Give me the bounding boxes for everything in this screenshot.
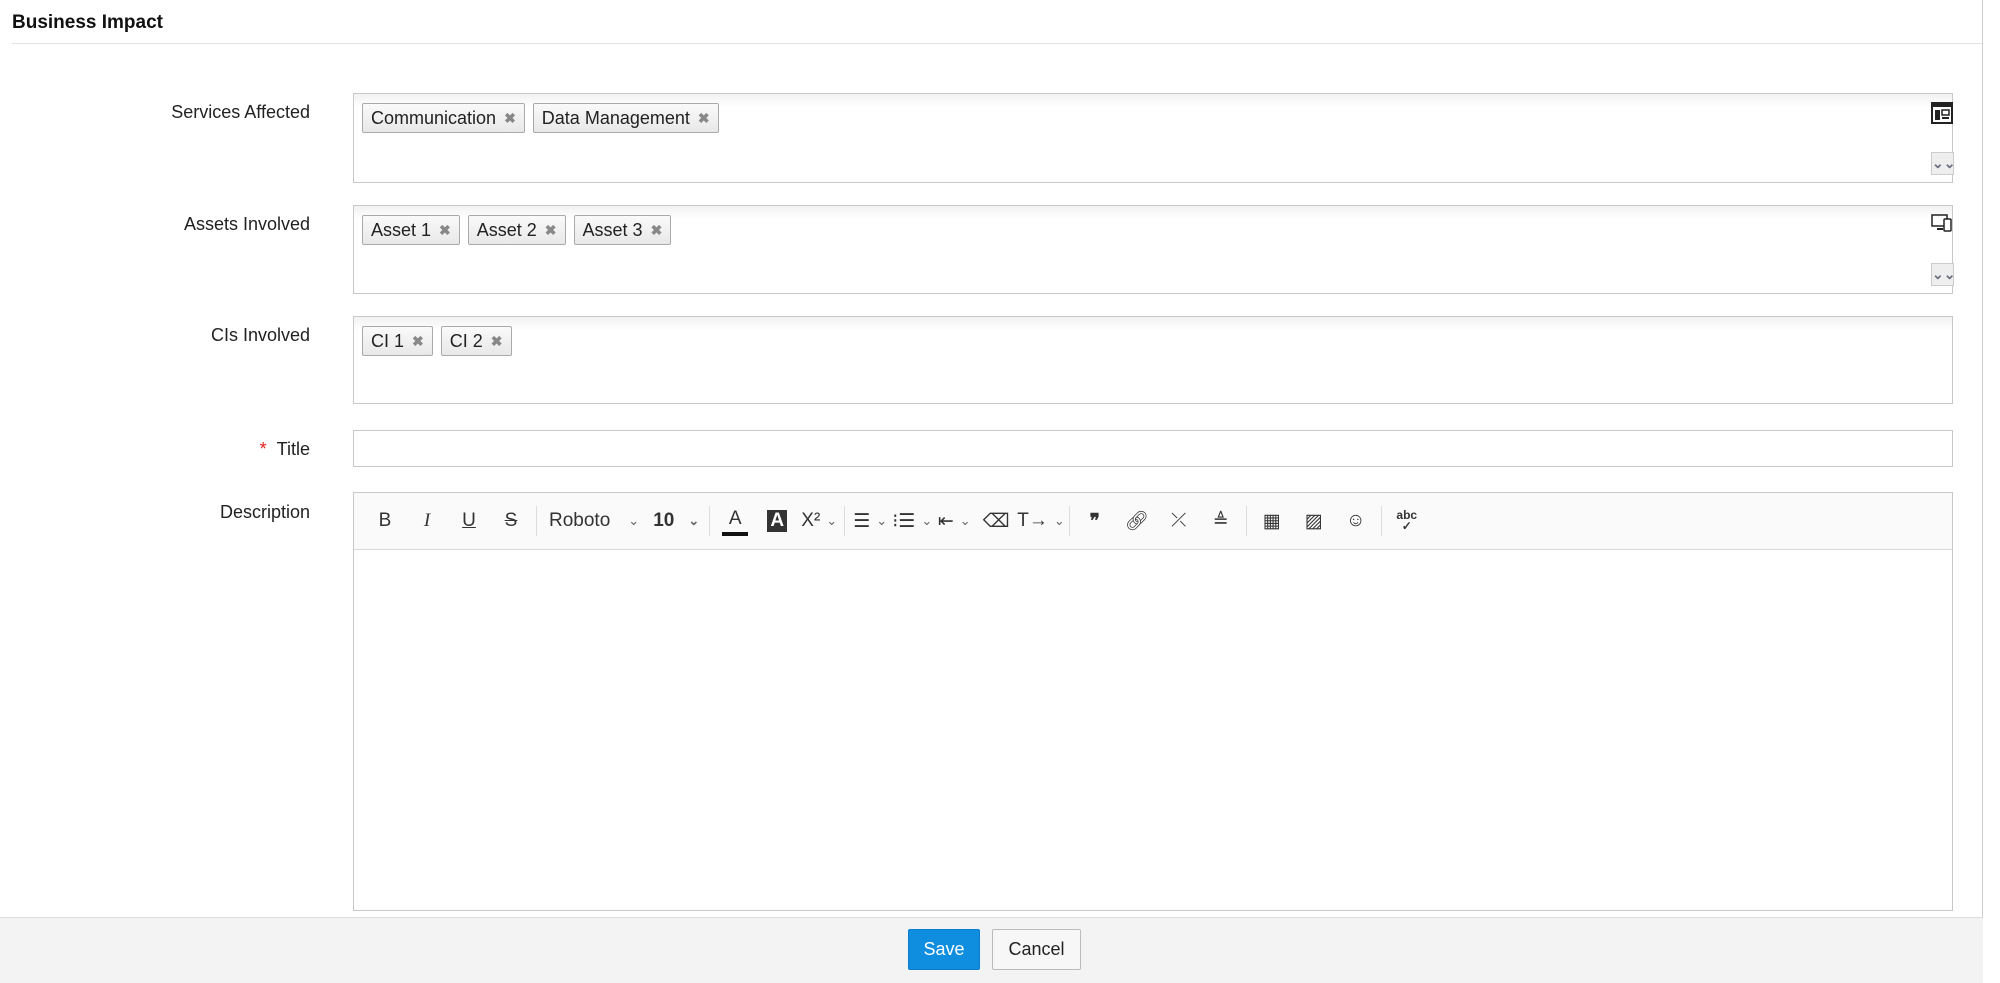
background-color-icon[interactable]: A [756, 503, 798, 539]
align-icon[interactable]: ☰ ⌄ [849, 503, 891, 539]
link-icon[interactable]: 🔗︎ [1116, 503, 1158, 539]
font-size-value: 10 [653, 510, 675, 531]
assets-involved-label: Assets Involved [183, 214, 310, 234]
separator [1245, 506, 1247, 536]
expand-icon[interactable]: ⌄⌄ [1931, 263, 1955, 286]
tag-label: CI 2 [449, 330, 483, 351]
remove-tag-icon[interactable]: ✖ [698, 110, 710, 127]
check-mark: ✓ [1401, 519, 1412, 533]
required-marker: * [259, 439, 267, 459]
cis-involved-field[interactable]: CI 1 ✖ CI 2 ✖ [353, 316, 1953, 404]
tag: CI 2 ✖ [440, 326, 512, 356]
chevron-down-icon: ⌄ [826, 513, 838, 528]
spellcheck-icon[interactable]: abc ✓ [1386, 503, 1428, 539]
strikethrough-icon[interactable]: S [490, 503, 532, 539]
table-icon[interactable]: ▦ [1251, 503, 1293, 539]
emoji-icon[interactable]: ☺ [1335, 503, 1377, 539]
remove-tag-icon[interactable]: ✖ [412, 333, 424, 350]
expand-icon[interactable]: ⌄⌄ [1931, 152, 1955, 175]
remove-tag-icon[interactable]: ✖ [651, 222, 663, 239]
description-editor: B I U S Roboto ⌄ 10 ⌄ A A X² ⌄ ☰ ⌄ ⁝☰ ⌄ ⇤ ⌄ ⌫ … [353, 492, 1953, 911]
underline-icon[interactable]: U [448, 503, 490, 539]
chevron-down-icon: ⌄ [628, 513, 640, 528]
chevron-down-icon: ⌄ [1053, 513, 1065, 528]
bold-icon[interactable]: B [364, 503, 406, 539]
tag-label: Asset 1 [371, 219, 432, 240]
business-impact-form: Business Impact Services Affected Commun… [0, 0, 1983, 983]
cis-involved-label: CIs Involved [210, 325, 310, 345]
tag-label: Asset 3 [582, 219, 643, 240]
clear-format-icon[interactable]: ⌫ [975, 503, 1017, 539]
indent-icon[interactable]: ⇤ ⌄ [933, 503, 975, 539]
remove-tag-icon[interactable]: ✖ [504, 110, 516, 127]
services-affected-field[interactable]: Communication ✖ Data Management ✖ [353, 93, 1953, 183]
services-affected-label: Services Affected [171, 102, 310, 122]
italic-icon[interactable]: I [406, 503, 448, 539]
remove-tag-icon[interactable]: ✖ [545, 222, 557, 239]
separator [709, 506, 711, 536]
save-button[interactable]: Save [908, 929, 980, 970]
tag: Asset 3 ✖ [573, 215, 672, 245]
font-family-select[interactable]: Roboto ⌄ [541, 503, 647, 539]
tag-label: Asset 2 [476, 219, 537, 240]
title-input[interactable] [353, 430, 1953, 467]
chevron-down-icon: ⌄ [959, 513, 971, 528]
service-catalog-icon[interactable] [1931, 102, 1953, 124]
superscript-glyph: X² [801, 510, 821, 531]
tag: Asset 2 ✖ [467, 215, 566, 245]
tag: Data Management ✖ [532, 103, 719, 133]
separator [844, 506, 846, 536]
section-title: Business Impact [12, 12, 163, 33]
tag-label: Communication [371, 107, 497, 128]
chevron-down-icon: ⌄ [688, 513, 700, 528]
text-direction-icon[interactable]: T→ ⌄ [1017, 503, 1065, 539]
title-label-text: Title [276, 439, 310, 459]
assets-involved-field[interactable]: Asset 1 ✖ Asset 2 ✖ Asset 3 ✖ [353, 205, 1953, 294]
title-label: * Title [0, 439, 310, 460]
tag-label: Data Management [541, 107, 690, 128]
font-family-value: Roboto [549, 510, 611, 531]
unlink-icon[interactable]: ⤫ [1158, 503, 1200, 539]
separator [1380, 506, 1382, 536]
divider [12, 43, 1982, 44]
chevron-down-icon: ⌄ [921, 513, 933, 528]
separator [1068, 506, 1070, 536]
bullet-list-icon[interactable]: ⁝☰ ⌄ [891, 503, 933, 539]
quote-icon[interactable]: ❞ [1074, 503, 1116, 539]
editor-toolbar: B I U S Roboto ⌄ 10 ⌄ A A X² ⌄ ☰ ⌄ ⁝☰ ⌄ ⇤ ⌄ ⌫ … [354, 493, 1952, 550]
remove-tag-icon[interactable]: ✖ [439, 222, 451, 239]
devices-icon[interactable] [1931, 212, 1953, 234]
cancel-button[interactable]: Cancel [992, 929, 1081, 970]
line-height-icon[interactable]: ≜ [1200, 503, 1242, 539]
text-color-icon[interactable]: A [722, 506, 749, 536]
tag: Asset 1 ✖ [362, 215, 460, 245]
font-size-select[interactable]: 10 ⌄ [647, 503, 705, 539]
chevron-down-icon: ⌄ [876, 513, 888, 528]
tag: Communication ✖ [362, 103, 525, 133]
remove-tag-icon[interactable]: ✖ [491, 333, 503, 350]
image-icon[interactable]: ▨ [1293, 503, 1335, 539]
tag: CI 1 ✖ [362, 326, 433, 356]
separator [536, 506, 537, 536]
tag-label: CI 1 [371, 330, 405, 351]
description-textarea[interactable] [354, 550, 1952, 910]
form-footer: Save Cancel [0, 917, 1983, 983]
description-label: Description [219, 502, 310, 522]
superscript-icon[interactable]: X² ⌄ [798, 503, 840, 539]
